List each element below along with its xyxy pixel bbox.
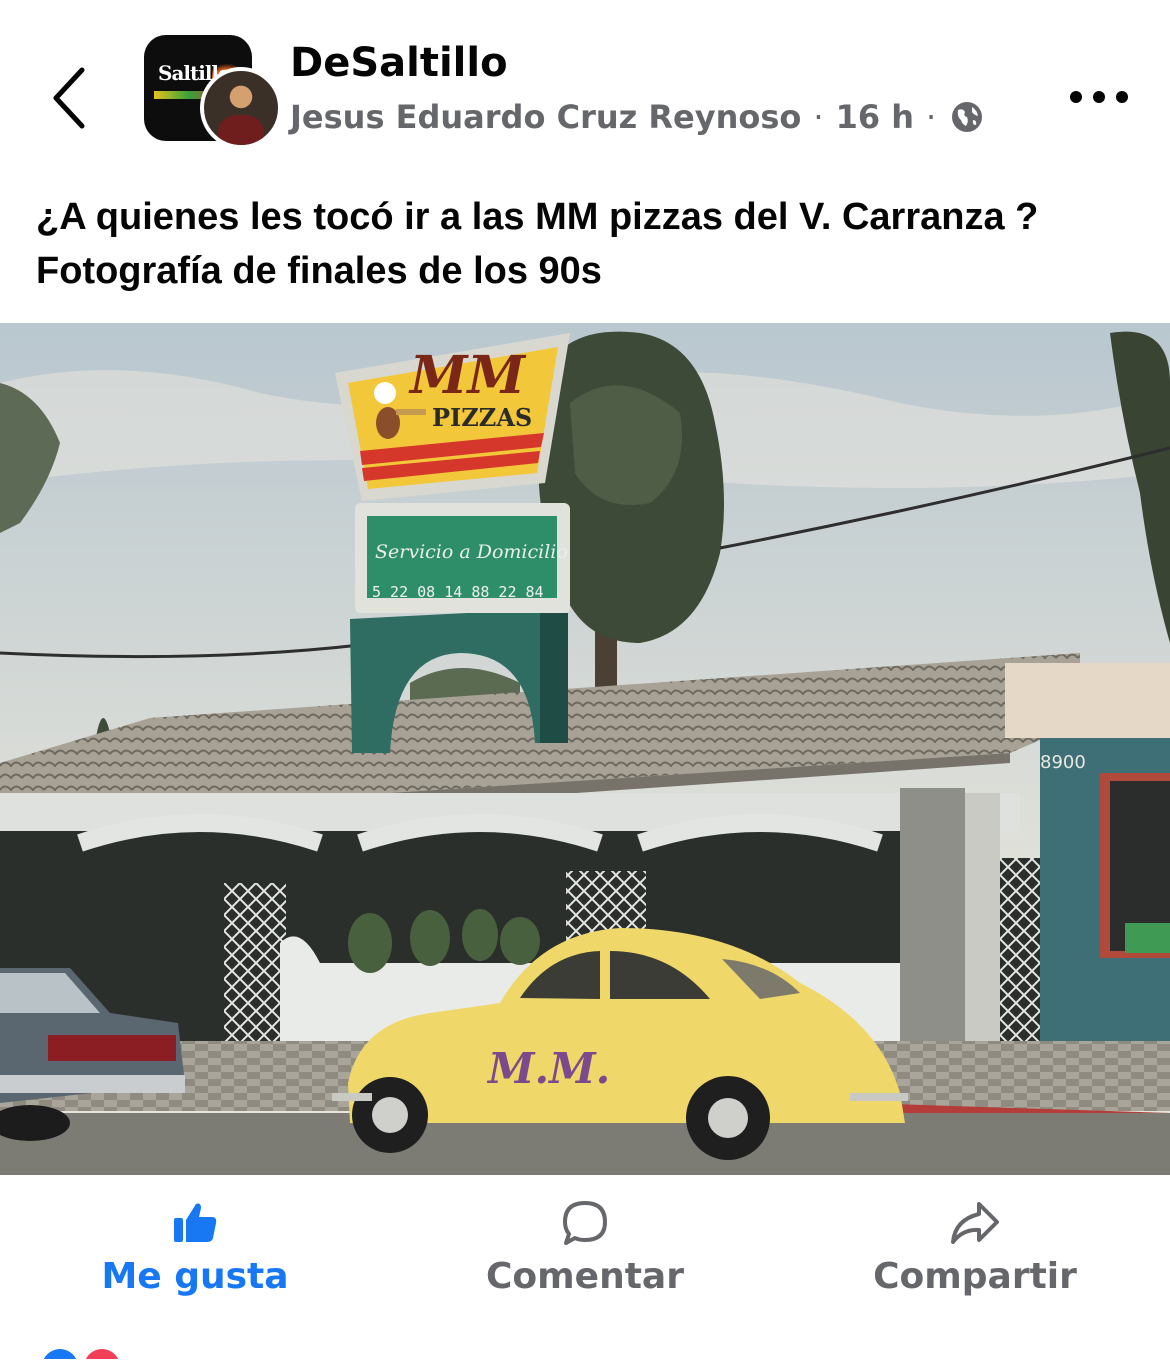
post-time[interactable]: 16 h xyxy=(836,98,914,136)
delivery-sign: Servicio a Domicilio 5 22 08 14 88 22 84 xyxy=(355,503,570,613)
building-number: 8900 xyxy=(1040,752,1086,773)
more-horizontal-icon xyxy=(1070,91,1128,103)
post-action-bar: Me gusta Comentar Compartir xyxy=(0,1176,1170,1326)
author-name[interactable]: Jesus Eduardo Cruz Reynoso xyxy=(290,98,801,136)
sign-post-shadow xyxy=(540,613,568,743)
back-button[interactable] xyxy=(40,58,104,138)
share-button[interactable]: Compartir xyxy=(860,1198,1090,1308)
more-options-button[interactable] xyxy=(1066,82,1132,112)
pillar xyxy=(965,793,1000,1083)
lattice-panel xyxy=(224,883,286,1043)
comment-button[interactable]: Comentar xyxy=(470,1198,700,1308)
reaction-icons-peek xyxy=(40,1344,140,1363)
avatar-figure xyxy=(218,115,264,145)
share-label: Compartir xyxy=(873,1256,1077,1297)
globe-icon xyxy=(950,100,984,142)
chevron-left-icon xyxy=(53,67,85,129)
avatar-group[interactable]: Saltillo xyxy=(144,35,282,149)
post-meta: Jesus Eduardo Cruz Reynoso · 16 h · xyxy=(290,98,984,142)
comment-icon xyxy=(470,1198,700,1252)
post-header: Saltillo DeSaltillo Jesus Eduardo Cruz R… xyxy=(0,0,1170,170)
sign-pizzas: PIZZAS xyxy=(432,403,532,432)
like-label: Me gusta xyxy=(101,1256,289,1297)
post-caption: ¿A quienes les tocó ir a las MM pizzas d… xyxy=(36,196,1039,292)
author-avatar[interactable] xyxy=(200,67,282,149)
delivery-sign-text: Servicio a Domicilio xyxy=(375,541,568,563)
side-building-window-trim xyxy=(1125,923,1170,953)
side-building-top xyxy=(1005,663,1170,738)
comment-label: Comentar xyxy=(486,1256,684,1297)
sign-brand: MM xyxy=(408,345,527,406)
meta-separator: · xyxy=(813,98,824,136)
car-logo: M.M. xyxy=(486,1044,610,1093)
meta-separator: · xyxy=(926,98,937,136)
post-photo[interactable]: 8900 Servicio a Domicilio 5 22 08 14 88 … xyxy=(0,323,1170,1175)
page-name[interactable]: DeSaltillo xyxy=(290,40,508,86)
thumbs-up-icon xyxy=(90,1198,300,1252)
like-button[interactable]: Me gusta xyxy=(90,1198,300,1308)
share-icon xyxy=(860,1198,1090,1252)
delivery-sign-phone: 5 22 08 14 88 22 84 xyxy=(372,583,544,601)
